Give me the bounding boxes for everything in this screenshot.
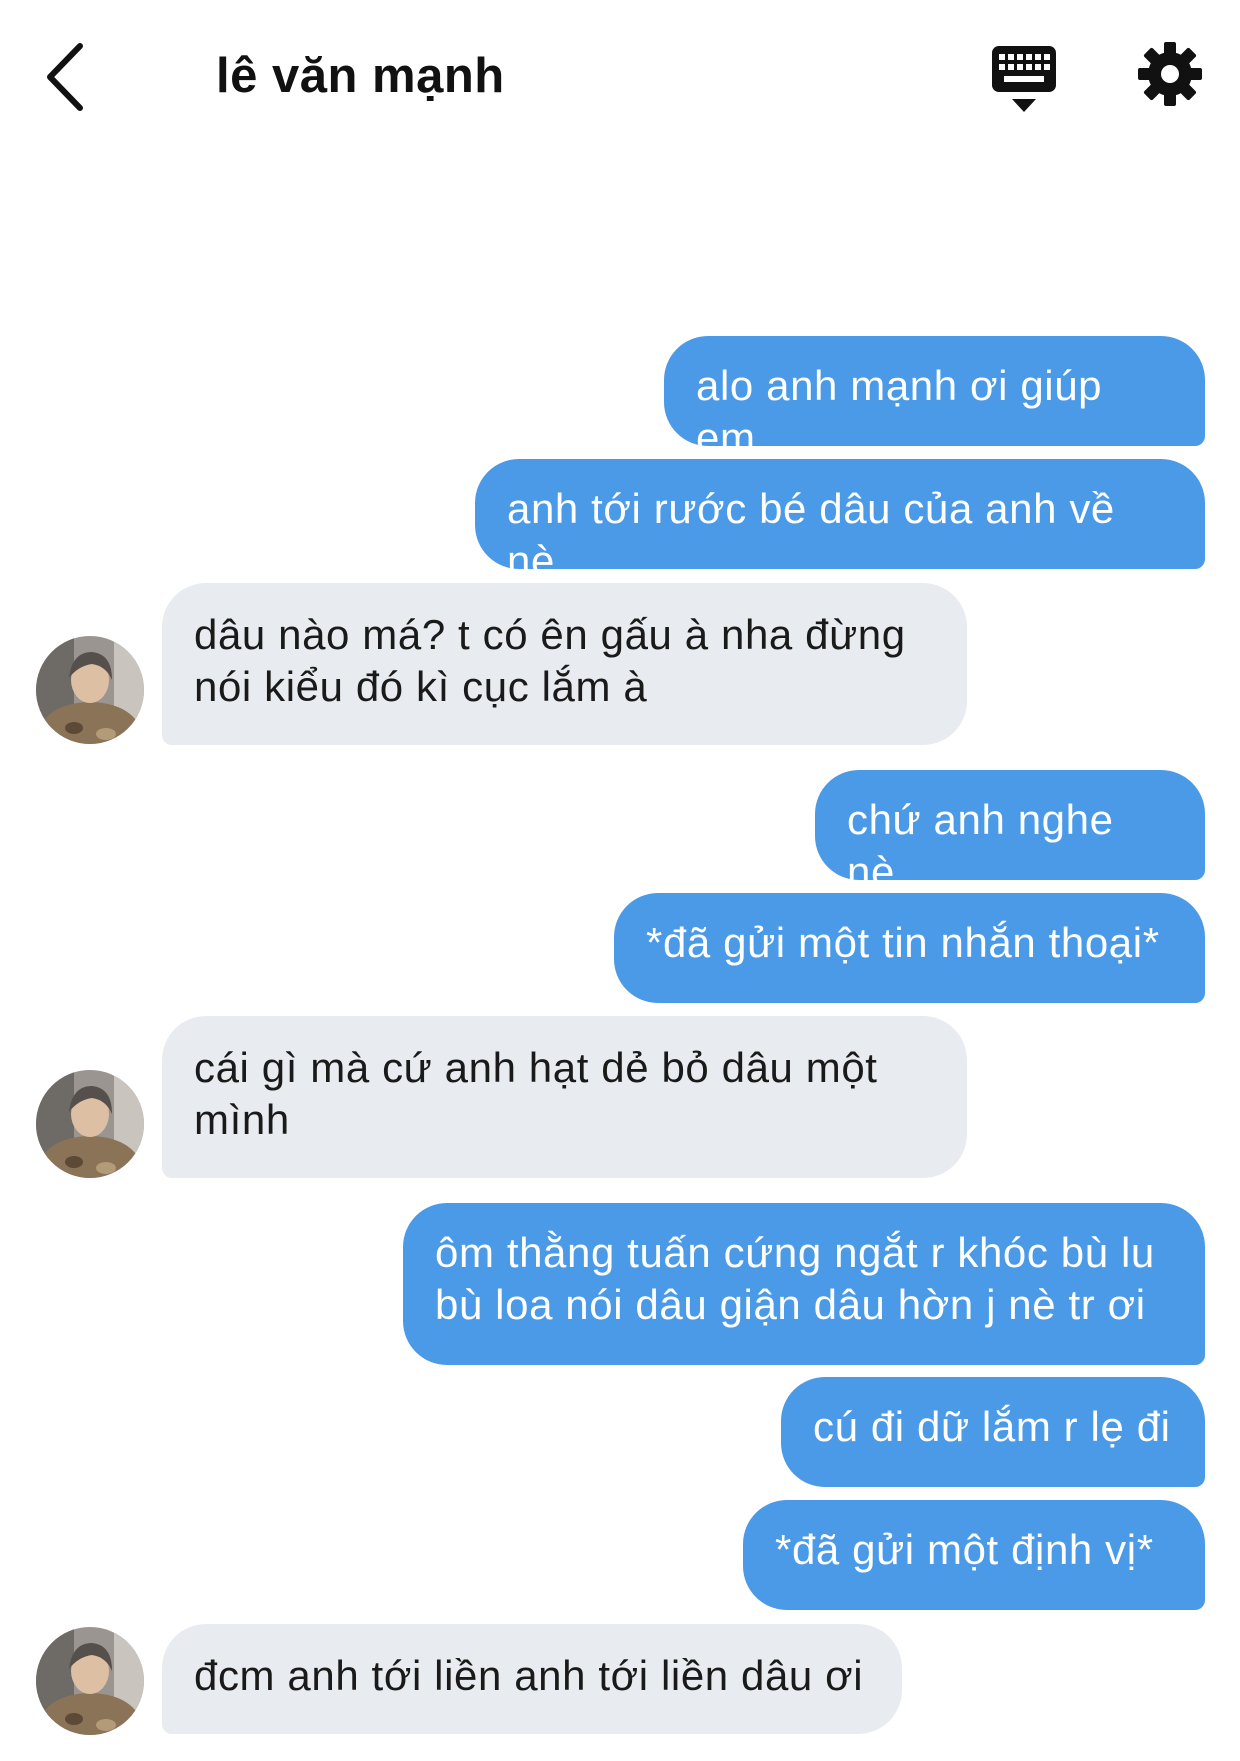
message-bubble-incoming[interactable]: đcm anh tới liền anh tới liền dâu ơi bbox=[162, 1624, 902, 1734]
contact-avatar[interactable] bbox=[36, 1627, 144, 1735]
settings-button[interactable] bbox=[1138, 42, 1202, 106]
back-button[interactable] bbox=[38, 40, 98, 114]
message-bubble-outgoing[interactable]: chứ anh nghe nè bbox=[815, 770, 1205, 895]
message-bubble-incoming[interactable]: cái gì mà cứ anh hạt dẻ bỏ dâu một mình bbox=[162, 1016, 967, 1178]
message-bubble-outgoing[interactable]: anh tới rước bé dâu của anh về nè bbox=[475, 459, 1205, 584]
message-bubble-outgoing[interactable]: alo anh mạnh ơi giúp em bbox=[664, 336, 1205, 461]
contact-name[interactable]: lê văn mạnh bbox=[216, 44, 505, 108]
chevron-left-icon bbox=[47, 43, 83, 111]
chat-header: lê văn mạnh bbox=[0, 0, 1240, 150]
message-bubble-outgoing[interactable]: *đã gửi một định vị* bbox=[743, 1500, 1205, 1610]
keyboard-button[interactable] bbox=[990, 44, 1058, 114]
message-bubble-outgoing[interactable]: *đã gửi một tin nhắn thoại* bbox=[614, 893, 1205, 1003]
contact-avatar[interactable] bbox=[36, 1070, 144, 1178]
keyboard-icon bbox=[992, 46, 1056, 112]
contact-avatar[interactable] bbox=[36, 636, 144, 744]
message-bubble-incoming[interactable]: dâu nào má? t có ên gấu à nha đừng nói k… bbox=[162, 583, 967, 745]
gear-icon bbox=[1138, 42, 1202, 106]
message-bubble-outgoing[interactable]: ôm thằng tuấn cứng ngắt r khóc bù lu bù … bbox=[403, 1203, 1205, 1365]
message-bubble-outgoing[interactable]: cú đi dữ lắm r lẹ đi bbox=[781, 1377, 1205, 1487]
